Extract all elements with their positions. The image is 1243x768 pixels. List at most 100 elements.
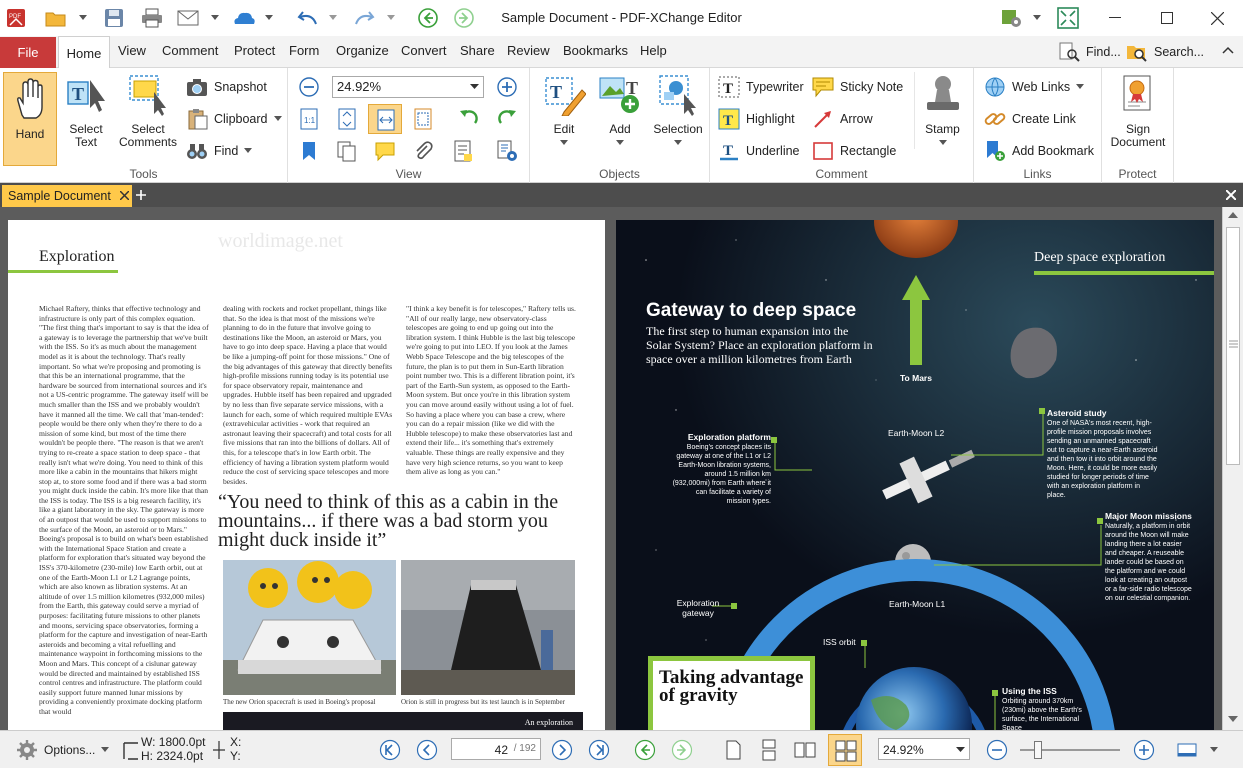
select-comments-button[interactable]: Select Comments	[116, 72, 180, 149]
photo-caption-1: The new Orion spacecraft is used in Boei…	[223, 698, 376, 706]
document-view[interactable]: worldimage.net Exploration Michael Rafte…	[0, 207, 1243, 730]
scrollbar-thumb[interactable]	[1226, 227, 1240, 465]
tab-protect[interactable]: Protect	[234, 43, 275, 58]
tab-comment[interactable]: Comment	[162, 43, 218, 58]
right-page: Deep space exploration Gateway to deep s…	[616, 220, 1214, 730]
tab-organize[interactable]: Organize	[336, 43, 389, 58]
tab-view[interactable]: View	[118, 43, 146, 58]
previous-view-icon[interactable]	[634, 739, 656, 761]
zoom-combobox[interactable]: 24.92%	[332, 76, 484, 98]
attachments-icon[interactable]	[412, 140, 434, 162]
options-button[interactable]: Options...	[16, 739, 110, 761]
maximize-button[interactable]	[1152, 4, 1182, 32]
search-button[interactable]: Search...	[1126, 41, 1204, 63]
vertical-scrollbar[interactable]	[1222, 207, 1243, 730]
status-zoom-in-icon[interactable]	[1133, 739, 1155, 761]
tab-home[interactable]: Home	[58, 36, 110, 69]
tab-file[interactable]: File	[0, 37, 56, 68]
zoom-out-icon[interactable]	[298, 76, 320, 98]
tab-help[interactable]: Help	[640, 43, 667, 58]
create-link-label: Create Link	[1012, 112, 1076, 126]
find-button[interactable]: Find...	[1058, 41, 1121, 63]
new-tab-icon[interactable]	[136, 190, 146, 200]
selection-label: Selection	[653, 122, 703, 136]
snapshot-button[interactable]: Snapshot	[186, 76, 267, 98]
facing-pages-icon[interactable]	[794, 739, 816, 761]
page-number-field[interactable]: 42 / 192	[451, 738, 541, 760]
underline-button[interactable]: T Underline	[718, 140, 800, 162]
close-tab-icon[interactable]	[120, 191, 129, 200]
zoom-in-icon[interactable]	[496, 76, 518, 98]
fit-page-icon[interactable]	[336, 108, 358, 130]
document-properties-icon[interactable]	[452, 140, 474, 162]
edit-button[interactable]: T Edit	[536, 72, 592, 149]
selection-button[interactable]: Selection	[648, 72, 708, 149]
chevron-down-icon[interactable]	[1030, 6, 1044, 30]
hand-tool-button[interactable]: Hand	[3, 72, 57, 166]
scroll-up-icon[interactable]	[1228, 211, 1238, 219]
sign-document-label: Sign Document	[1110, 122, 1166, 149]
status-zoom-out-icon[interactable]	[986, 739, 1008, 761]
exploration-platform-text: Boeing's concept places its gateway at o…	[672, 444, 771, 505]
rotate-right-icon[interactable]	[496, 108, 518, 130]
status-zoom-combobox[interactable]: 24.92%	[878, 738, 970, 760]
highlight-button[interactable]: T Highlight	[718, 108, 795, 130]
chevron-down-icon[interactable]	[1210, 747, 1218, 753]
select-text-button[interactable]: T Select Text	[58, 72, 114, 149]
close-document-icon[interactable]	[1226, 190, 1236, 200]
gravity-box: Taking advantage of gravity	[648, 656, 815, 730]
find-tool-button[interactable]: Find	[186, 140, 253, 162]
search-icon	[1127, 46, 1147, 62]
sticky-note-button[interactable]: Sticky Note	[812, 76, 903, 98]
stamp-button[interactable]: Stamp	[914, 72, 970, 149]
zoom-slider-thumb[interactable]	[1034, 741, 1042, 759]
first-page-icon[interactable]	[379, 739, 401, 761]
next-page-icon[interactable]	[551, 739, 573, 761]
scroll-down-icon[interactable]	[1228, 715, 1238, 723]
create-link-button[interactable]: Create Link	[984, 108, 1076, 130]
minimize-button[interactable]	[1100, 4, 1130, 32]
pages-icon[interactable]	[336, 140, 358, 162]
typewriter-button[interactable]: T Typewriter	[718, 76, 804, 98]
continuous-page-icon[interactable]	[758, 739, 780, 761]
full-screen-icon[interactable]	[1176, 739, 1198, 761]
bookmark-icon[interactable]	[298, 140, 320, 162]
zoom-value: 24.92%	[337, 79, 382, 94]
settings-icon[interactable]	[1000, 6, 1024, 30]
last-page-icon[interactable]	[588, 739, 610, 761]
tab-convert[interactable]: Convert	[401, 43, 447, 58]
rectangle-icon	[813, 142, 833, 160]
sign-document-button[interactable]: Sign Document	[1106, 72, 1170, 149]
previous-page-icon[interactable]	[416, 739, 438, 761]
rectangle-button[interactable]: Rectangle	[812, 140, 896, 162]
rotate-left-icon[interactable]	[458, 108, 480, 130]
page-size-icon	[123, 742, 138, 760]
next-view-icon[interactable]	[671, 739, 693, 761]
tab-share[interactable]: Share	[460, 43, 495, 58]
clipboard-button[interactable]: Clipboard	[186, 108, 282, 130]
actual-size-icon[interactable]: 1:1	[298, 108, 320, 130]
web-links-button[interactable]: Web Links	[984, 76, 1085, 98]
document-tab-bar: Sample Document	[0, 183, 1243, 207]
comments-pane-icon[interactable]	[374, 140, 396, 162]
tab-review[interactable]: Review	[507, 43, 550, 58]
tab-form[interactable]: Form	[289, 43, 319, 58]
total-pages: / 192	[513, 743, 536, 754]
collapse-ribbon-icon[interactable]	[1222, 44, 1234, 58]
tab-bookmarks[interactable]: Bookmarks	[563, 43, 628, 58]
chevron-down-icon	[1076, 84, 1085, 89]
page-setup-icon[interactable]	[496, 140, 518, 162]
document-tab[interactable]: Sample Document	[2, 185, 132, 207]
fit-visible-icon[interactable]	[412, 108, 434, 130]
single-page-icon[interactable]	[722, 739, 744, 761]
grip-icon	[1229, 340, 1238, 348]
add-button[interactable]: T Add	[592, 72, 648, 149]
add-bookmark-icon	[987, 141, 1005, 161]
add-bookmark-button[interactable]: Add Bookmark	[984, 140, 1094, 162]
close-button[interactable]	[1202, 4, 1232, 32]
fullscreen-icon[interactable]	[1056, 6, 1080, 30]
fit-width-button[interactable]	[368, 104, 402, 134]
arrow-button[interactable]: Arrow	[812, 108, 873, 130]
continuous-facing-button[interactable]	[828, 734, 862, 766]
comment-group-label: Comment	[815, 167, 868, 181]
